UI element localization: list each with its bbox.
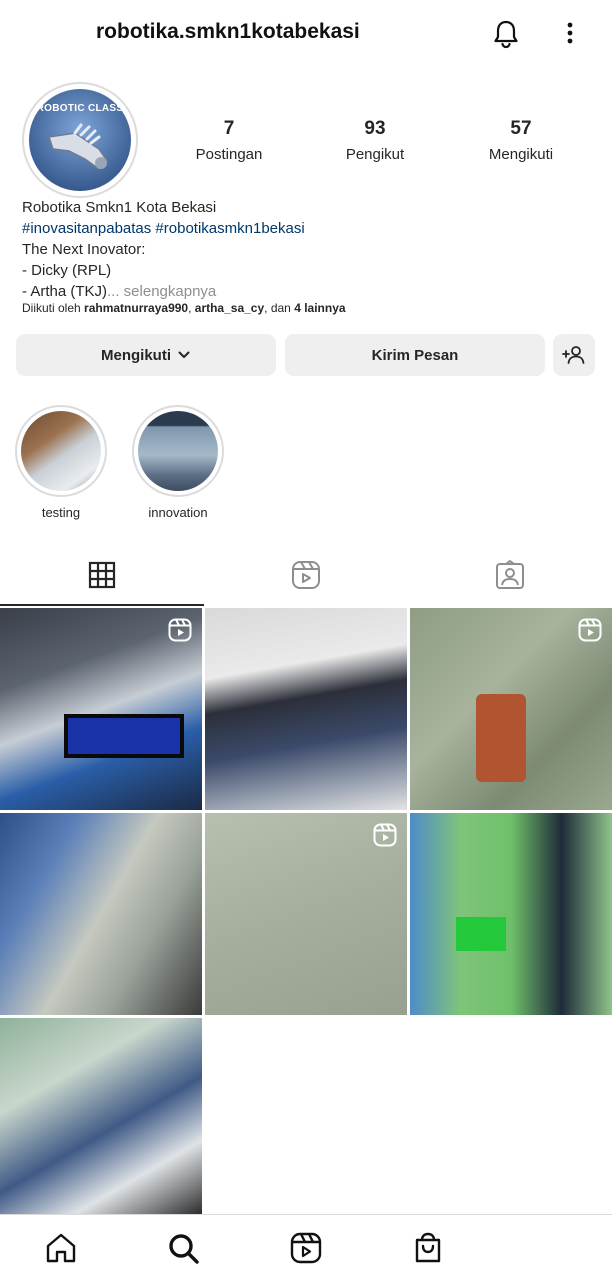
active-tab-indicator [0,604,204,606]
highlight-label: testing [41,505,81,520]
tab-reels[interactable] [204,545,408,605]
tagged-icon [496,560,524,589]
bottom-navigation [0,1214,612,1280]
home-icon[interactable] [44,1231,78,1265]
post-thumbnail[interactable] [410,608,612,810]
highlight-testing[interactable]: testing [15,405,107,520]
avatar-image: ROBOTIC CLASS [29,89,131,191]
bio-line: - Artha (TKJ) [22,283,108,300]
grid-icon [88,561,116,589]
lcd-display-graphic [64,714,184,758]
add-user-icon [562,346,585,364]
robot-hand-graphic [48,123,108,170]
followed-by-user: rahmatnurraya990 [84,301,189,315]
profile-username: robotika.smkn1kotabekasi [96,20,360,43]
green-box-graphic [456,917,506,951]
reel-badge-icon [168,618,192,642]
post-thumbnail[interactable] [205,813,407,1015]
post-thumbnail[interactable] [205,608,407,810]
post-thumbnail[interactable] [0,813,202,1015]
shop-icon[interactable] [411,1231,445,1265]
stat-posts-label: Postingan [195,146,263,163]
followed-by-separator: , [188,301,195,315]
post-thumbnail[interactable] [410,813,612,1015]
stat-following[interactable]: 57 Mengikuti [456,118,586,163]
followed-by-prefix: Diikuti oleh [22,301,85,315]
highlight-cover [138,411,218,491]
search-icon[interactable] [166,1231,200,1265]
bio-line: - Dicky (RPL) [22,262,112,279]
followed-by[interactable]: Diikuti oleh rahmatnurraya990, artha_sa_… [22,301,346,315]
top-bar: robotika.smkn1kotabekasi [0,0,612,68]
highlight-label: innovation [148,505,208,520]
reels-icon[interactable] [289,1231,323,1265]
post-thumbnail[interactable] [0,608,202,810]
suggest-people-button[interactable] [553,334,595,376]
followed-by-others: 4 lainnya [294,301,346,315]
followed-by-user: artha_sa_cy [194,301,265,315]
followed-by-and: , dan [264,301,295,315]
more-vertical-icon[interactable] [556,18,584,50]
stat-followers-label: Pengikut [345,146,405,163]
message-button[interactable]: Kirim Pesan [285,334,545,376]
message-button-label: Kirim Pesan [371,346,459,364]
bio-line: The Next Inovator: [22,241,146,258]
robot-car-graphic [476,694,526,782]
highlight-ring [15,405,107,497]
profile-bio: Robotika Smkn1 Kota Bekasi #inovasitanpa… [22,197,592,302]
stat-posts-value: 7 [223,118,235,139]
bell-icon[interactable] [490,18,522,50]
tab-grid[interactable] [0,545,204,606]
stat-following-label: Mengikuti [488,146,554,163]
stat-following-value: 57 [510,118,532,139]
following-button-label: Mengikuti [101,346,171,364]
reels-icon [292,561,320,589]
stat-followers[interactable]: 93 Pengikut [310,118,440,163]
post-thumbnail[interactable] [0,1018,202,1220]
highlight-ring [132,405,224,497]
profile-tabs [0,545,612,607]
reel-badge-icon [373,823,397,847]
highlight-cover [21,411,101,491]
stat-posts[interactable]: 7 Postingan [164,118,294,163]
bio-more-link[interactable]: ... selengkapnya [107,283,216,300]
reel-badge-icon [578,618,602,642]
bio-hashtags[interactable]: #inovasitanpabatas #robotikasmkn1bekasi [22,218,592,239]
stat-followers-value: 93 [364,118,386,139]
bio-name: Robotika Smkn1 Kota Bekasi [22,199,217,216]
chevron-down-icon [178,351,190,358]
profile-avatar[interactable]: ROBOTIC CLASS [22,82,138,198]
highlight-innovation[interactable]: innovation [132,405,224,520]
following-button[interactable]: Mengikuti [16,334,276,376]
tab-tagged[interactable] [408,545,612,605]
